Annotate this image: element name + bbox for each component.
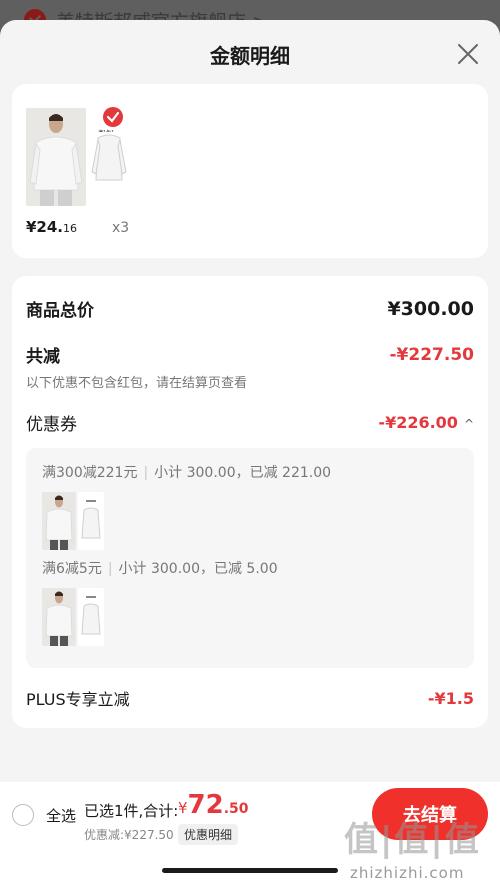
coupon-item: 满300减221元 | 小计 300.00，已减 221.00 <box>42 462 331 482</box>
price-detail-card: 商品总价 ¥300.00 共减 -¥227.50 以下优惠不包含红包，请在结算页… <box>12 276 488 728</box>
coupon-rule: 满6减5元 <box>42 561 102 577</box>
coupon-breakdown: 满300减221元 | 小计 300.00，已减 221.00 满6减5元 | … <box>26 448 474 668</box>
product-quantity: x3 <box>112 220 130 236</box>
unit-price: ¥24.16 <box>26 218 77 236</box>
plus-value: -¥1.5 <box>427 688 474 708</box>
reduce-value: -¥227.50 <box>389 344 475 365</box>
product-photo-model <box>42 588 76 646</box>
reduce-label: 共减 <box>26 347 60 367</box>
total-int: 72 <box>187 790 224 820</box>
unit-price-dec: 16 <box>63 222 78 235</box>
total-row: 商品总价 ¥300.00 <box>26 296 474 322</box>
reduce-row: 共减 -¥227.50 <box>26 342 475 368</box>
total-label: 商品总价 <box>26 301 94 321</box>
plus-row: PLUS专享立减 -¥1.5 <box>26 686 474 710</box>
coupon-subtotal: 小计 300.00，已减 5.00 <box>118 561 278 577</box>
coupon-value: -¥226.00 <box>378 413 458 432</box>
coupon-rule: 满300减221元 <box>42 465 138 481</box>
select-all-label[interactable]: 全选 <box>46 805 76 826</box>
promo-badge-icon <box>103 107 123 127</box>
product-card: 满1免1 ¥24.16 x3 <box>12 84 488 258</box>
coupon-item: 满6减5元 | 小计 300.00，已减 5.00 <box>42 558 278 578</box>
total-value: ¥300.00 <box>387 297 474 320</box>
coupon-product-thumbs <box>42 492 104 550</box>
total-dec: .50 <box>223 801 249 817</box>
discount-detail-button[interactable]: 优惠明细 <box>178 824 239 845</box>
coupon-row[interactable]: 优惠券 -¥226.00 ^ <box>26 410 474 435</box>
checkout-bar: 全选 已选1件,合计: ¥72.50 优惠减:¥227.50 优惠明细 去结算 … <box>0 782 500 888</box>
product-photo-flat <box>78 492 104 550</box>
product-photo-flat <box>90 132 128 186</box>
plus-label: PLUS专享立减 <box>26 690 130 709</box>
sheet-title: 金额明细 <box>210 44 290 68</box>
coupon-subtotal: 小计 300.00，已减 221.00 <box>154 465 332 481</box>
product-photo-flat <box>78 588 104 646</box>
product-photo-model <box>42 492 76 550</box>
divider: | <box>107 561 113 577</box>
coupon-label: 优惠券 <box>26 415 77 435</box>
total-amount: ¥72.50 <box>178 790 249 820</box>
unit-price-int: ¥24. <box>26 218 64 236</box>
coupon-product-thumbs <box>42 588 104 646</box>
product-photo-model <box>26 108 86 206</box>
amount-detail-sheet: 金额明细 满1免1 <box>0 20 500 888</box>
selection-summary: 已选1件,合计: <box>84 802 179 820</box>
coupon-value-wrap: -¥226.00 ^ <box>378 413 474 432</box>
watermark: 值|值|值 <box>344 820 481 860</box>
reduce-note: 以下优惠不包含红包，请在结算页查看 <box>26 376 248 391</box>
divider: | <box>143 465 149 481</box>
close-icon[interactable] <box>456 42 480 66</box>
home-indicator <box>162 868 338 873</box>
watermark-url: zhizhizhi.com <box>350 864 465 882</box>
select-all-checkbox[interactable] <box>12 804 34 826</box>
discount-summary: 优惠减:¥227.50 <box>84 828 174 842</box>
total-currency: ¥ <box>178 799 188 817</box>
chevron-up-icon[interactable]: ^ <box>464 417 474 431</box>
